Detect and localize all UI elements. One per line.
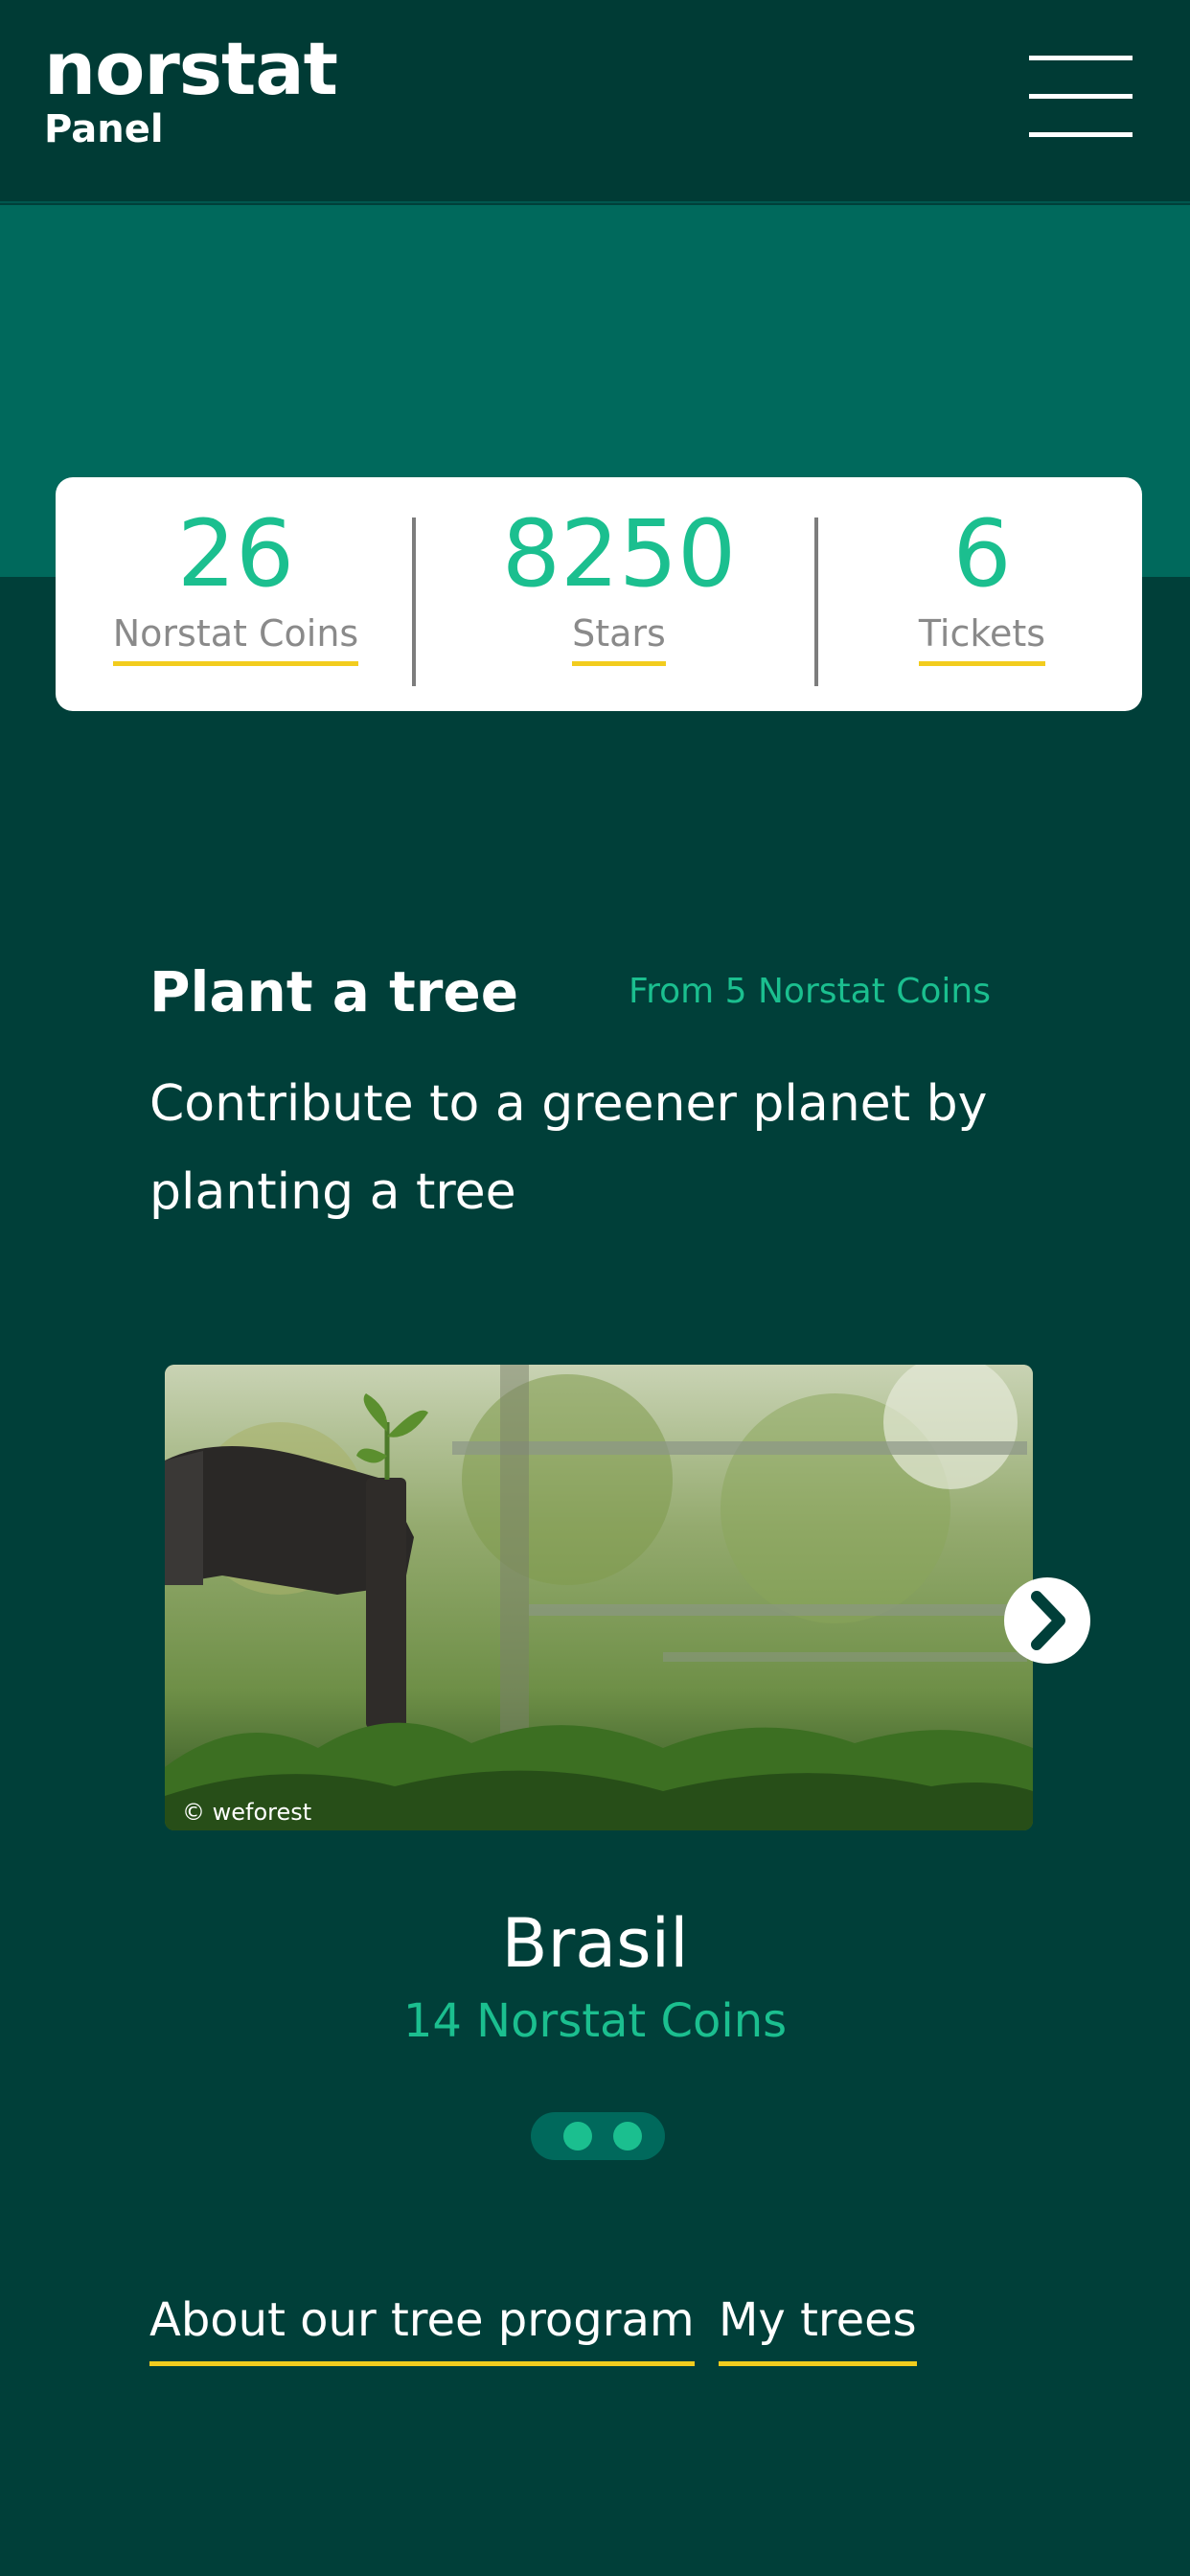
- hamburger-menu-icon[interactable]: [1029, 54, 1134, 142]
- menu-line: [1029, 132, 1133, 137]
- coins-label-text: Norstat Coins: [112, 611, 359, 666]
- app-header: norstat Panel: [0, 0, 1190, 203]
- logo-subtitle: Panel: [44, 107, 164, 151]
- chevron-right-icon: [1031, 1591, 1065, 1650]
- tree-photo-illustration: [165, 1365, 1033, 1830]
- menu-line: [1029, 94, 1133, 99]
- stars-label: Stars: [416, 611, 822, 666]
- tickets-stat[interactable]: 6 Tickets: [822, 477, 1142, 711]
- section-price: From 5 Norstat Coins: [629, 972, 991, 1011]
- menu-line: [1029, 56, 1133, 60]
- project-price: 14 Norstat Coins: [402, 1994, 788, 2048]
- about-tree-program-link[interactable]: About our tree program: [149, 2292, 695, 2366]
- carousel-pagination: [531, 2112, 665, 2160]
- project-name: Brasil: [501, 1904, 689, 1983]
- carousel-dot[interactable]: [563, 2122, 592, 2150]
- section-title: Plant a tree: [149, 959, 519, 1024]
- tree-photo[interactable]: © weforest: [165, 1365, 1033, 1830]
- stars-label-text: Stars: [572, 611, 666, 666]
- carousel-dot[interactable]: [613, 2122, 642, 2150]
- balance-card: 26 Norstat Coins 8250 Stars 6 Tickets: [56, 477, 1142, 711]
- photo-credit: © weforest: [182, 1799, 312, 1826]
- coins-stat[interactable]: 26 Norstat Coins: [56, 477, 416, 711]
- section-description: Contribute to a greener planet by planti…: [149, 1075, 988, 1221]
- norstat-panel-logo[interactable]: norstat Panel: [44, 26, 338, 152]
- tickets-value: 6: [952, 500, 1012, 608]
- my-trees-link[interactable]: My trees: [719, 2292, 917, 2366]
- stars-stat[interactable]: 8250 Stars: [416, 477, 822, 711]
- coins-label: Norstat Coins: [56, 611, 416, 666]
- carousel-next-button[interactable]: [1004, 1577, 1090, 1664]
- tickets-label: Tickets: [822, 611, 1142, 666]
- logo-wordmark: norstat: [44, 26, 338, 111]
- tickets-label-text: Tickets: [918, 611, 1046, 666]
- stat-divider: [814, 518, 818, 686]
- stars-value: 8250: [501, 500, 737, 608]
- coins-value: 26: [176, 500, 295, 608]
